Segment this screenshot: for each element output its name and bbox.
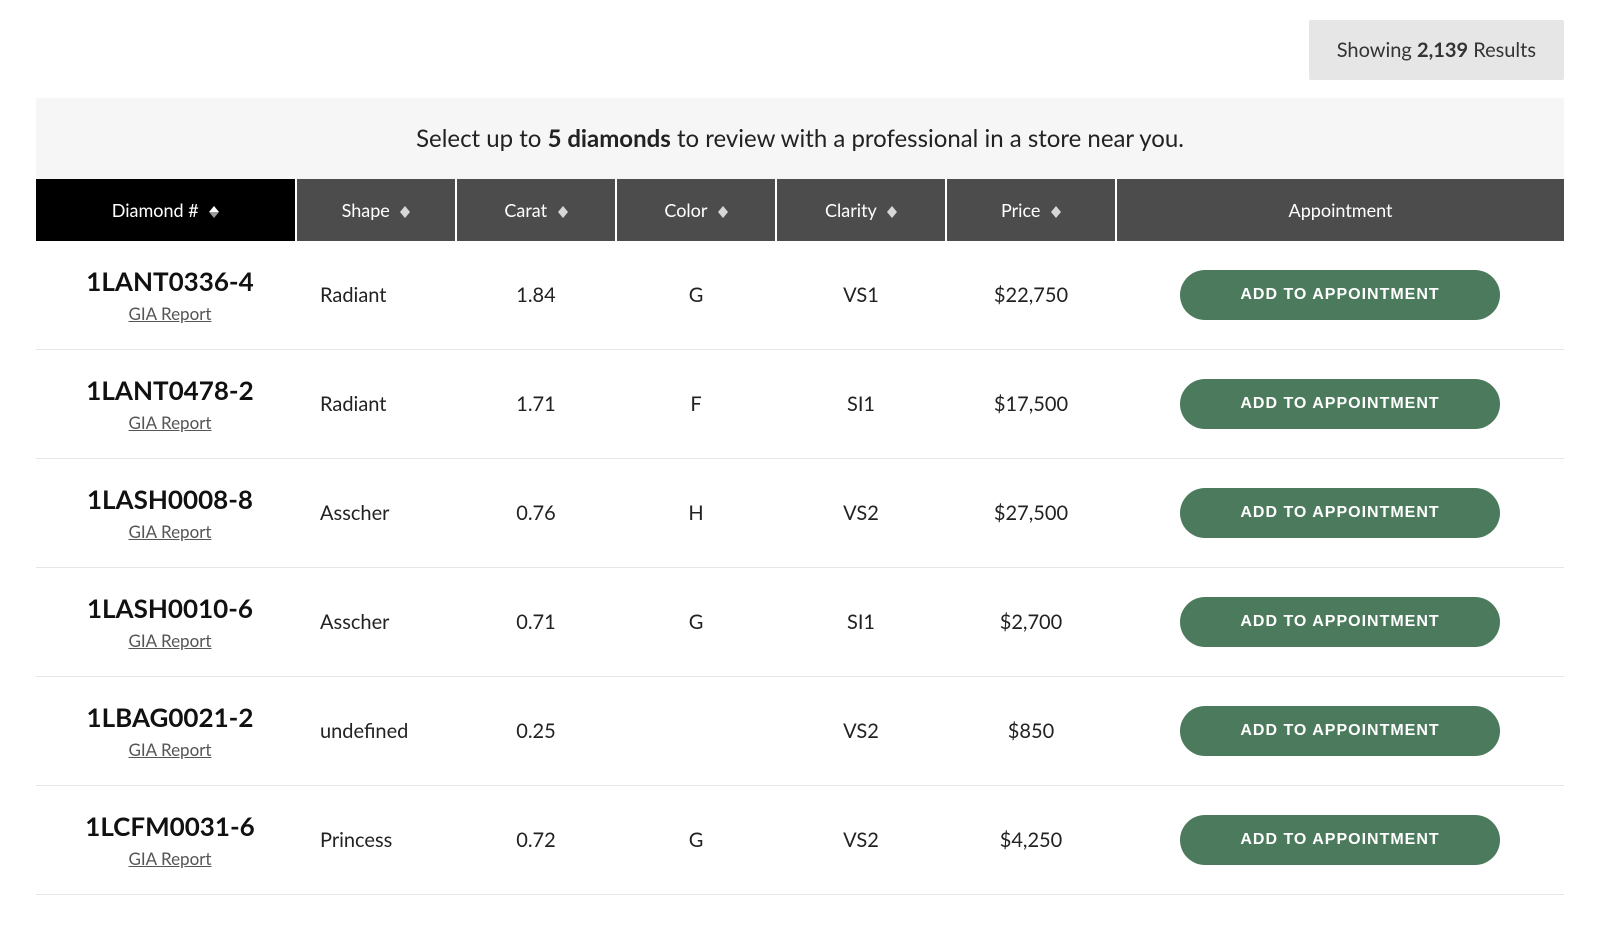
cell-shape: Princess xyxy=(296,786,456,895)
results-count-pill: Showing 2,139 Results xyxy=(1309,20,1564,80)
cell-diamond-id: 1LASH0008-8 GIA Report xyxy=(36,459,296,568)
cell-shape: undefined xyxy=(296,677,456,786)
results-prefix: Showing xyxy=(1337,38,1412,62)
gia-report-link[interactable]: GIA Report xyxy=(129,521,212,542)
table-row: 1LASH0008-8 GIA Report Asscher0.76HVS2$27,… xyxy=(36,459,1564,568)
col-header-clarity[interactable]: Clarity xyxy=(776,179,946,241)
cell-color: G xyxy=(616,241,776,350)
table-row: 1LCFM0031-6 GIA Report Princess0.72GVS2$4,… xyxy=(36,786,1564,895)
cell-diamond-id: 1LANT0336-4 GIA Report xyxy=(36,241,296,350)
cell-appointment: ADD TO APPOINTMENT xyxy=(1116,568,1564,677)
cell-shape: Asscher xyxy=(296,568,456,677)
selection-banner: Select up to 5 diamonds to review with a… xyxy=(36,98,1564,179)
banner-bold: 5 diamonds xyxy=(548,124,671,153)
sort-icon xyxy=(887,206,897,218)
cell-color xyxy=(616,677,776,786)
cell-appointment: ADD TO APPOINTMENT xyxy=(1116,459,1564,568)
results-suffix: Results xyxy=(1473,38,1536,62)
cell-appointment: ADD TO APPOINTMENT xyxy=(1116,350,1564,459)
results-count: 2,139 xyxy=(1417,38,1468,62)
table-row: 1LANT0478-2 GIA Report Radiant1.71FSI1$17,… xyxy=(36,350,1564,459)
table-row: 1LANT0336-4 GIA Report Radiant1.84GVS1$22,… xyxy=(36,241,1564,350)
col-header-price[interactable]: Price xyxy=(946,179,1116,241)
cell-clarity: SI1 xyxy=(776,568,946,677)
add-to-appointment-button[interactable]: ADD TO APPOINTMENT xyxy=(1180,597,1500,647)
diamond-id: 1LCFM0031-6 xyxy=(56,810,284,842)
cell-price: $4,250 xyxy=(946,786,1116,895)
gia-report-link[interactable]: GIA Report xyxy=(129,303,212,324)
cell-appointment: ADD TO APPOINTMENT xyxy=(1116,786,1564,895)
cell-clarity: VS2 xyxy=(776,459,946,568)
diamond-id: 1LANT0336-4 xyxy=(56,265,284,297)
col-label: Shape xyxy=(342,199,390,221)
col-label: Color xyxy=(664,199,707,221)
cell-diamond-id: 1LASH0010-6 GIA Report xyxy=(36,568,296,677)
sort-asc-icon xyxy=(209,206,219,218)
cell-carat: 0.76 xyxy=(456,459,616,568)
cell-color: F xyxy=(616,350,776,459)
col-header-diamond-id[interactable]: Diamond # xyxy=(36,179,296,241)
sort-icon xyxy=(558,206,568,218)
sort-icon xyxy=(400,206,410,218)
cell-carat: 0.25 xyxy=(456,677,616,786)
col-header-carat[interactable]: Carat xyxy=(456,179,616,241)
cell-price: $17,500 xyxy=(946,350,1116,459)
cell-color: G xyxy=(616,786,776,895)
col-label: Appointment xyxy=(1289,199,1393,221)
gia-report-link[interactable]: GIA Report xyxy=(129,412,212,433)
cell-shape: Radiant xyxy=(296,350,456,459)
diamond-id: 1LASH0008-8 xyxy=(56,483,284,515)
col-header-color[interactable]: Color xyxy=(616,179,776,241)
cell-price: $850 xyxy=(946,677,1116,786)
col-label: Diamond # xyxy=(112,199,199,221)
add-to-appointment-button[interactable]: ADD TO APPOINTMENT xyxy=(1180,379,1500,429)
gia-report-link[interactable]: GIA Report xyxy=(129,848,212,869)
banner-after: to review with a professional in a store… xyxy=(677,124,1184,153)
col-header-appointment: Appointment xyxy=(1116,179,1564,241)
add-to-appointment-button[interactable]: ADD TO APPOINTMENT xyxy=(1180,815,1500,865)
gia-report-link[interactable]: GIA Report xyxy=(129,739,212,760)
cell-diamond-id: 1LANT0478-2 GIA Report xyxy=(36,350,296,459)
cell-price: $2,700 xyxy=(946,568,1116,677)
col-header-shape[interactable]: Shape xyxy=(296,179,456,241)
banner-before: Select up to xyxy=(416,124,541,153)
cell-clarity: VS2 xyxy=(776,786,946,895)
cell-carat: 0.71 xyxy=(456,568,616,677)
cell-clarity: VS2 xyxy=(776,677,946,786)
add-to-appointment-button[interactable]: ADD TO APPOINTMENT xyxy=(1180,488,1500,538)
cell-clarity: SI1 xyxy=(776,350,946,459)
cell-appointment: ADD TO APPOINTMENT xyxy=(1116,241,1564,350)
cell-clarity: VS1 xyxy=(776,241,946,350)
cell-diamond-id: 1LCFM0031-6 GIA Report xyxy=(36,786,296,895)
diamond-id: 1LANT0478-2 xyxy=(56,374,284,406)
diamonds-table: Diamond # Shape Carat xyxy=(36,179,1564,895)
add-to-appointment-button[interactable]: ADD TO APPOINTMENT xyxy=(1180,270,1500,320)
cell-shape: Radiant xyxy=(296,241,456,350)
cell-carat: 0.72 xyxy=(456,786,616,895)
cell-carat: 1.71 xyxy=(456,350,616,459)
cell-color: G xyxy=(616,568,776,677)
add-to-appointment-button[interactable]: ADD TO APPOINTMENT xyxy=(1180,706,1500,756)
gia-report-link[interactable]: GIA Report xyxy=(129,630,212,651)
col-label: Price xyxy=(1001,199,1040,221)
table-row: 1LASH0010-6 GIA Report Asscher0.71GSI1$2,7… xyxy=(36,568,1564,677)
sort-icon xyxy=(718,206,728,218)
cell-price: $27,500 xyxy=(946,459,1116,568)
col-label: Carat xyxy=(504,199,547,221)
cell-price: $22,750 xyxy=(946,241,1116,350)
col-label: Clarity xyxy=(825,199,876,221)
cell-carat: 1.84 xyxy=(456,241,616,350)
cell-appointment: ADD TO APPOINTMENT xyxy=(1116,677,1564,786)
diamond-id: 1LBAG0021-2 xyxy=(56,701,284,733)
cell-diamond-id: 1LBAG0021-2 GIA Report xyxy=(36,677,296,786)
table-row: 1LBAG0021-2 GIA Report undefined0.25 VS2$85… xyxy=(36,677,1564,786)
diamond-id: 1LASH0010-6 xyxy=(56,592,284,624)
sort-icon xyxy=(1051,206,1061,218)
cell-shape: Asscher xyxy=(296,459,456,568)
cell-color: H xyxy=(616,459,776,568)
